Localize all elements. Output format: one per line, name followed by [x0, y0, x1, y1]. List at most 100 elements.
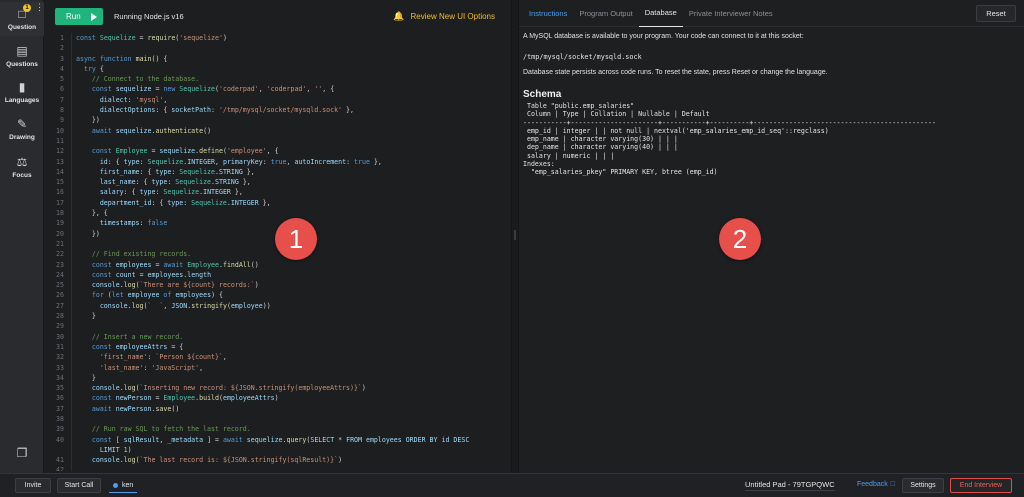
- code-line[interactable]: 13 id: { type: Sequelize.INTEGER, primar…: [44, 157, 511, 167]
- code-line[interactable]: 28 }: [44, 311, 511, 321]
- code-line[interactable]: 23 const employees = await Employee.find…: [44, 260, 511, 270]
- code-line[interactable]: 12 const Employee = sequelize.define('em…: [44, 146, 511, 156]
- copy-button[interactable]: ❐: [0, 446, 44, 460]
- code-line[interactable]: 7 dialect: 'mysql',: [44, 95, 511, 105]
- code-line[interactable]: 30 // Insert a new record.: [44, 332, 511, 342]
- annotation-marker-1: 1: [275, 218, 317, 260]
- code-line[interactable]: 6 const sequelize = new Sequelize('coder…: [44, 84, 511, 94]
- code-line[interactable]: 10 await sequelize.authenticate(): [44, 126, 511, 136]
- code-text: first_name: { type: Sequelize.STRING },: [99, 167, 255, 176]
- line-number: 28: [56, 312, 64, 321]
- code-text: console.log(`The last record is: ${JSON.…: [91, 456, 343, 465]
- code-line[interactable]: 3 async function main() {: [44, 54, 511, 64]
- code-line[interactable]: 38: [44, 414, 511, 424]
- splitter-grip-icon: [514, 230, 516, 240]
- rail-item-languages[interactable]: ▮ Languages: [0, 80, 44, 104]
- code-line[interactable]: 8 dialectOptions: { socketPath: '/tmp/my…: [44, 105, 511, 115]
- question-label: Question: [7, 24, 37, 31]
- line-number: 22: [56, 250, 64, 259]
- code-text: id: { type: Sequelize.INTEGER, primaryKe…: [99, 157, 382, 166]
- code-line[interactable]: 18 }, {: [44, 208, 511, 218]
- line-number: 42: [56, 466, 64, 471]
- code-line[interactable]: 27 console.log(` `, JSON.stringify(emplo…: [44, 301, 511, 311]
- code-line[interactable]: 25 console.log(`There are ${count} recor…: [44, 280, 511, 290]
- code-line[interactable]: 24 const count = employees.length: [44, 270, 511, 280]
- code-line[interactable]: 2: [44, 43, 511, 53]
- user-status-dot: [113, 482, 118, 488]
- pad-name[interactable]: Untitled Pad - 79TGPQWC: [745, 480, 835, 491]
- code-line[interactable]: 1 const Sequelize = require('sequelize'): [44, 33, 511, 43]
- rail-item-focus[interactable]: ⚖ Focus: [0, 155, 44, 179]
- code-line[interactable]: 33 'last_name': 'JavaScript',: [44, 363, 511, 373]
- code-line[interactable]: 4 try {: [44, 64, 511, 74]
- pen-icon: ✎: [16, 117, 28, 131]
- code-line[interactable]: 11: [44, 136, 511, 146]
- code-text: const newPerson = Employee.build(employe…: [91, 394, 279, 403]
- code-line[interactable]: 15 last_name: { type: Sequelize.STRING }…: [44, 177, 511, 187]
- code-line[interactable]: 35 console.log(`Inserting new record: ${…: [44, 383, 511, 393]
- start-call-button[interactable]: Start Call: [57, 478, 101, 493]
- tab-program-output[interactable]: Program Output: [573, 0, 638, 27]
- line-number: 27: [56, 301, 64, 310]
- line-number: 8: [60, 106, 64, 115]
- code-line[interactable]: 41 console.log(`The last record is: ${JS…: [44, 455, 511, 465]
- line-number: 39: [56, 425, 64, 434]
- code-line[interactable]: 36 const newPerson = Employee.build(empl…: [44, 393, 511, 403]
- code-text: salary: { type: Sequelize.INTEGER },: [99, 188, 243, 197]
- code-line[interactable]: 42: [44, 465, 511, 471]
- settings-button[interactable]: Settings: [902, 478, 944, 493]
- review-ui-options-link[interactable]: 🔔 Review New UI Options: [393, 11, 495, 22]
- tab-database[interactable]: Database: [638, 0, 683, 27]
- line-number: 3: [60, 54, 64, 63]
- run-button[interactable]: Run: [55, 8, 103, 25]
- user-presence[interactable]: ken: [109, 478, 138, 493]
- tab-private-notes[interactable]: Private Interviewer Notes: [683, 0, 779, 27]
- code-text: await sequelize.authenticate(): [91, 126, 212, 135]
- line-number: 1: [60, 34, 64, 42]
- rail-item-drawing[interactable]: ✎ Drawing: [0, 117, 44, 141]
- code-line[interactable]: 29: [44, 321, 511, 331]
- code-text: dialect: 'mysql',: [99, 95, 168, 104]
- code-line[interactable]: 37 await newPerson.save(): [44, 404, 511, 414]
- code-line[interactable]: 14 first_name: { type: Sequelize.STRING …: [44, 167, 511, 177]
- reset-button[interactable]: Reset: [976, 5, 1016, 22]
- code-line[interactable]: 32 'first_name': `Person ${count}`,: [44, 352, 511, 362]
- line-number: [44, 445, 64, 455]
- line-number: 31: [56, 342, 64, 351]
- code-line[interactable]: 34 }: [44, 373, 511, 383]
- code-line[interactable]: 31 const employeeAttrs = {: [44, 342, 511, 352]
- code-line[interactable]: 5 // Connect to the database.: [44, 74, 511, 84]
- code-area[interactable]: 1 const Sequelize = require('sequelize') 2…: [44, 33, 511, 471]
- invite-button[interactable]: Invite: [15, 478, 51, 493]
- code-line[interactable]: 22 // Find existing records.: [44, 249, 511, 259]
- line-number: 2: [60, 44, 64, 53]
- code-line[interactable]: LIMIT 1): [44, 445, 511, 455]
- code-text: const count = employees.length: [91, 270, 212, 279]
- tab-instructions[interactable]: Instructions: [523, 0, 573, 27]
- code-line[interactable]: 40 const [ sqlResult, _metadata ] = awai…: [44, 435, 511, 445]
- code-line[interactable]: 16 salary: { type: Sequelize.INTEGER },: [44, 187, 511, 197]
- line-number: 16: [56, 188, 64, 197]
- code-line[interactable]: 39 // Run raw SQL to fetch the last reco…: [44, 424, 511, 434]
- play-icon: [91, 12, 97, 21]
- code-line[interactable]: 9 }): [44, 115, 511, 125]
- pane-splitter[interactable]: [511, 0, 519, 473]
- more-dots-icon[interactable]: ⋮: [35, 3, 44, 12]
- code-line[interactable]: 26 for (let employee of employees) {: [44, 290, 511, 300]
- schema-heading: Schema: [523, 89, 562, 100]
- end-interview-button[interactable]: End Interview: [950, 478, 1012, 493]
- line-number: 40: [56, 435, 64, 444]
- bottom-bar: Invite Start Call ken Untitled Pad - 79T…: [0, 473, 1024, 497]
- rail-item-questions[interactable]: ▤ Questions: [0, 44, 44, 68]
- line-number: 32: [56, 353, 64, 362]
- code-line[interactable]: 17 department_id: { type: Sequelize.INTE…: [44, 198, 511, 208]
- review-label: Review New UI Options: [410, 12, 495, 21]
- code-text: last_name: { type: Sequelize.STRING },: [99, 178, 251, 187]
- feedback-link[interactable]: Feedback □: [857, 481, 895, 488]
- code-text: const [ sqlResult, _metadata ] = await s…: [91, 435, 470, 444]
